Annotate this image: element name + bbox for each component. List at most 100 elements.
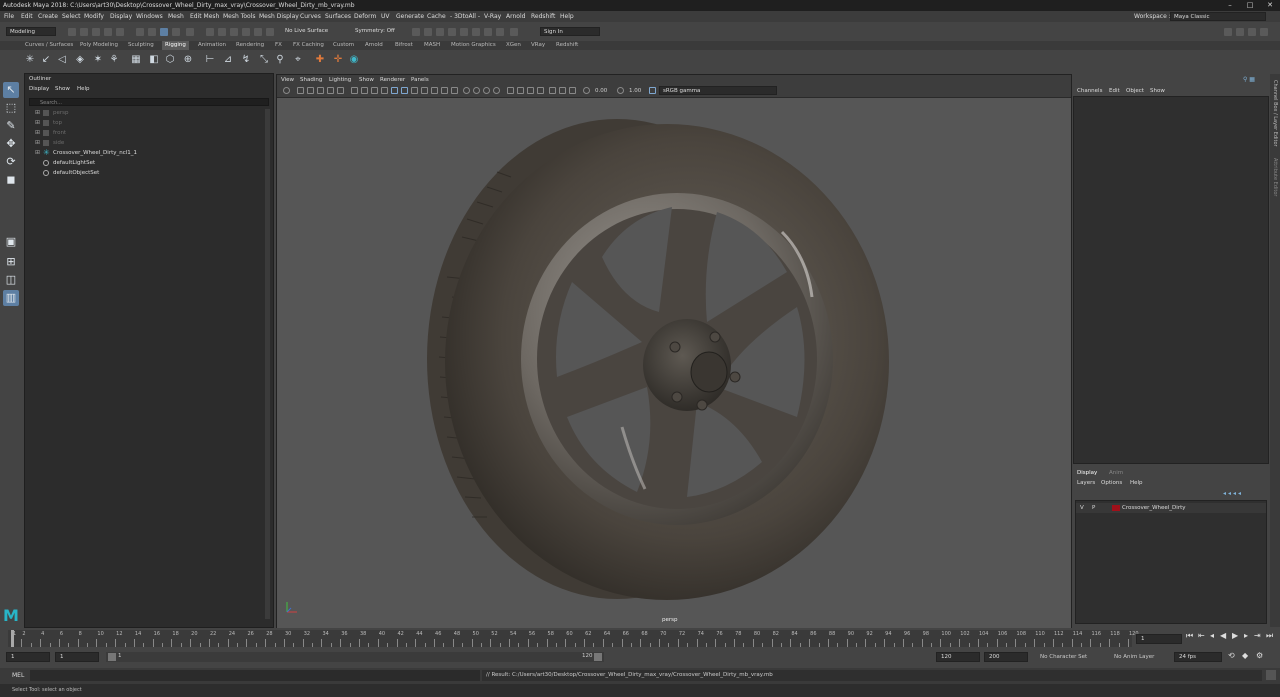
render-frame-icon[interactable] [424,28,432,36]
bookmark-icon[interactable] [307,87,314,94]
layer-tab-anim[interactable]: Anim [1109,470,1123,476]
range-handle-start[interactable] [108,653,116,661]
lock-selection-icon[interactable] [172,28,180,36]
joint-tool-icon[interactable]: ✳ [24,54,36,66]
menu-cache[interactable]: Cache [427,13,446,20]
xray-icon[interactable] [517,87,524,94]
outliner-item-object-set[interactable]: defaultObjectSet [25,168,271,178]
menu-modify[interactable]: Modify [84,13,104,20]
script-editor-icon[interactable] [1266,670,1276,680]
snap-grid-icon[interactable] [206,28,214,36]
paint-select-tool-icon[interactable]: ✎ [3,118,19,134]
channel-menu-show[interactable]: Show [1150,88,1165,94]
fps-dropdown[interactable]: 24 fps [1174,652,1222,662]
exposure-icon[interactable] [583,87,590,94]
layer-menu-options[interactable]: Options [1101,480,1122,486]
snap-curve-icon[interactable] [218,28,226,36]
snap-surface-icon[interactable] [254,28,262,36]
select-hierarchy-icon[interactable] [136,28,144,36]
move-tool-icon[interactable]: ✥ [3,136,19,152]
shelf-tab-vray[interactable]: VRay [528,41,548,50]
shadows-icon[interactable] [451,87,458,94]
menu-mesh-display[interactable]: Mesh Display [259,13,299,20]
snap-point-icon[interactable] [230,28,238,36]
current-time-indicator[interactable] [11,630,14,647]
2d-pan-zoom-icon[interactable] [327,87,334,94]
modeling-toolkit-icon[interactable] [1224,28,1232,36]
menu-help[interactable]: Help [560,13,574,20]
save-scene-icon[interactable] [92,28,100,36]
pole-vector-icon[interactable]: ⌖ [292,54,304,66]
step-forward-key-icon[interactable]: ⇥ [1254,631,1261,641]
animation-end-field[interactable]: 200 [984,652,1028,662]
live-surface-field[interactable]: No Live Surface [282,27,336,36]
viewport-menu-renderer[interactable]: Renderer [380,77,405,83]
channel-menu-edit[interactable]: Edit [1109,88,1120,94]
animation-start-field[interactable]: 1 [6,652,50,662]
time-slider[interactable]: 1 2 4 6 8 10 12 14 16 18 20 22 24 26 28 30 32 34 36 38 40 42 4… [0,628,1280,649]
step-back-key-icon[interactable]: ⇤ [1198,631,1205,641]
sculpt-deformer-icon[interactable]: ⊕ [182,54,194,66]
layer-row[interactable]: V P Crossover_Wheel_Dirty [1076,503,1266,513]
close-button[interactable]: ✕ [1260,0,1280,11]
human-ik-rig-icon[interactable]: ⚘ [108,54,120,66]
command-input[interactable] [30,670,480,681]
viewport-menu-view[interactable]: View [281,77,294,83]
layer-menu-help[interactable]: Help [1130,480,1143,486]
construction-history-icon[interactable] [412,28,420,36]
go-to-start-icon[interactable]: ⏮ [1186,631,1193,641]
outliner-item-wheel[interactable]: ⊞ ✳ Crossover_Wheel_Dirty_ncl1_1 [25,148,271,158]
menu-generate[interactable]: Generate [396,13,424,20]
outliner-item-light-set[interactable]: defaultLightSet [25,158,271,168]
use-all-lights-icon[interactable] [441,87,448,94]
playback-end-field[interactable]: 120 [936,652,980,662]
playback-start-field[interactable]: 1 [55,652,99,662]
gamma-field[interactable]: 1.00 [629,88,641,94]
menu-file[interactable]: File [4,13,14,20]
undo-icon[interactable] [104,28,112,36]
workspace-dropdown[interactable]: Maya Classic [1170,12,1266,21]
outliner-persp-layout-icon[interactable]: ▥ [3,290,19,306]
image-plane-icon[interactable] [317,87,324,94]
step-forward-frame-icon[interactable]: ▸ [1244,631,1248,641]
play-backward-icon[interactable]: ◀ [1220,631,1226,641]
minimize-button[interactable]: – [1220,0,1240,11]
redo-icon[interactable] [116,28,124,36]
outliner-item-persp[interactable]: ⊞ persp [25,108,271,118]
film-gate-icon[interactable] [361,87,368,94]
current-frame-field[interactable]: 1 [1136,634,1182,644]
new-scene-icon[interactable] [68,28,76,36]
parent-constraint-icon[interactable]: ⊢ [204,54,216,66]
single-view-icon[interactable]: ▣ [3,234,19,250]
viewport-menu-lighting[interactable]: Lighting [329,77,351,83]
default-material-icon[interactable] [411,87,418,94]
layer-name[interactable]: Crossover_Wheel_Dirty [1122,505,1186,511]
human-ik-icon[interactable] [1236,28,1244,36]
wireframe-on-shaded-icon[interactable] [421,87,428,94]
lasso-tool-icon[interactable]: ⬚ [3,100,19,116]
menu-edit-mesh[interactable]: Edit Mesh [190,13,219,20]
menu-set-dropdown[interactable]: Modeling [6,27,56,36]
wheel-model[interactable] [277,97,1071,627]
two-view-icon[interactable]: ◫ [3,272,19,288]
camera-attributes-icon[interactable] [297,87,304,94]
outliner-menu-display[interactable]: Display [29,86,49,92]
shelf-tab-rigging[interactable]: Rigging [162,41,189,50]
menu-uv[interactable]: UV [381,13,390,20]
select-object-icon[interactable] [148,28,156,36]
render-sequence-icon[interactable] [436,28,444,36]
xray-active-icon[interactable] [527,87,534,94]
side-tab-channel-box[interactable]: Channel Box / Layer Editor [1272,80,1278,147]
layer-playback-toggle[interactable]: P [1092,505,1095,511]
bind-skin-icon[interactable]: ◈ [74,54,86,66]
menu-redshift[interactable]: Redshift [531,13,555,20]
channel-menu-channels[interactable]: Channels [1077,88,1102,94]
shelf-tab-motion-graphics[interactable]: Motion Graphics [448,41,499,50]
menu-mesh[interactable]: Mesh [168,13,184,20]
vray-ipr-icon[interactable] [496,28,504,36]
side-tab-attribute-editor[interactable]: Attribute Editor [1272,158,1278,196]
outliner-item-side[interactable]: ⊞ side [25,138,271,148]
layer-visibility-toggle[interactable]: V [1080,505,1084,511]
anim-layer-dropdown[interactable]: No Anim Layer [1114,654,1154,660]
wrap-deformer-icon[interactable]: ⬡ [164,54,176,66]
